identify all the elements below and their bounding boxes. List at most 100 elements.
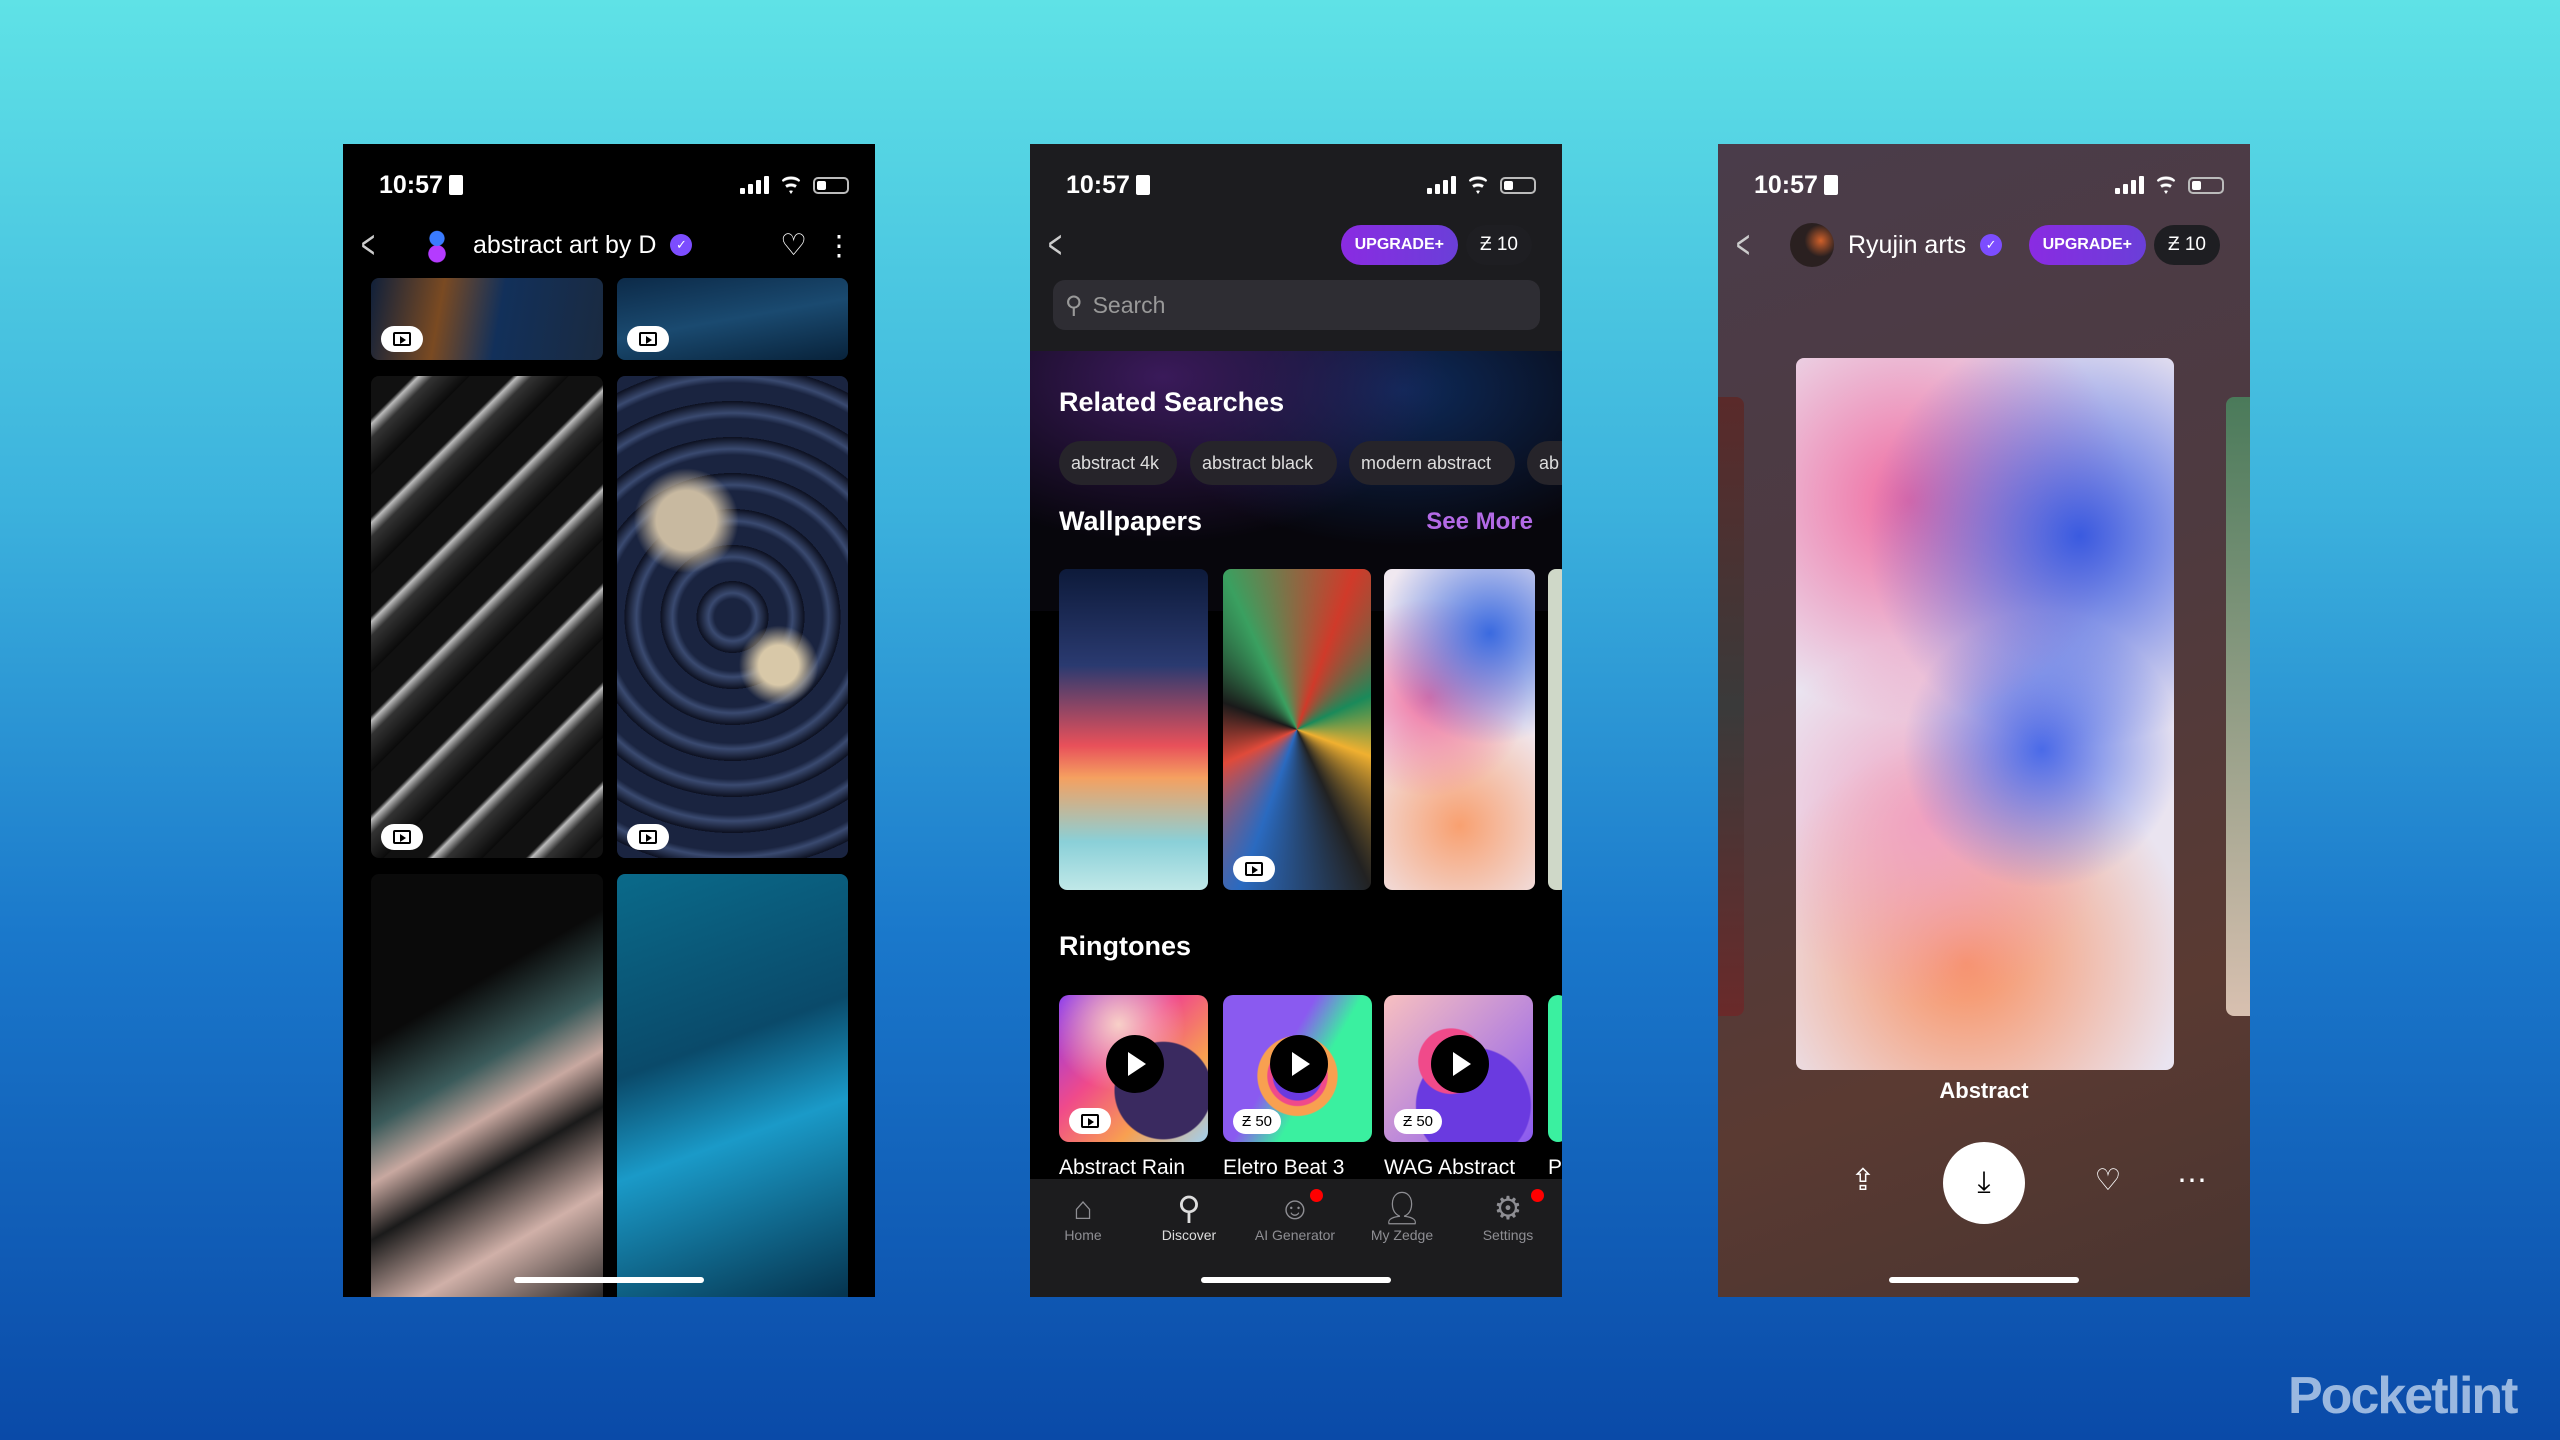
- video-badge-icon: [381, 824, 423, 850]
- coins-balance[interactable]: Ƶ 10: [1465, 225, 1532, 265]
- download-icon: ⤓: [1977, 1166, 1991, 1199]
- related-searches-heading: Related Searches: [1059, 387, 1285, 417]
- wallpaper-tile[interactable]: [371, 376, 603, 858]
- wallpaper-tile[interactable]: [617, 376, 848, 858]
- wallpaper-tile[interactable]: [1384, 569, 1535, 890]
- creator-name[interactable]: abstract art by D: [473, 231, 656, 260]
- search-input[interactable]: ⚲ Search: [1053, 280, 1540, 330]
- video-badge-icon: [627, 824, 669, 850]
- signal-icon: [740, 176, 769, 194]
- more-options-icon[interactable]: ⋮: [825, 229, 853, 262]
- wallpaper-tile[interactable]: [1223, 569, 1371, 890]
- clock: 10:57: [1066, 170, 1130, 199]
- ringtone-name[interactable]: P: [1548, 1156, 1562, 1180]
- wifi-icon: [1466, 176, 1490, 194]
- pocketlint-watermark: Pocketlint: [2288, 1367, 2518, 1425]
- ringtones-heading: Ringtones: [1059, 931, 1191, 961]
- tab-ai-generator[interactable]: ☺ AI Generator: [1245, 1189, 1345, 1243]
- price-badge: Ƶ 50: [1233, 1109, 1282, 1134]
- robot-icon: ☺: [1245, 1189, 1345, 1227]
- person-icon: 👤︎: [1381, 1190, 1423, 1226]
- battery-icon: [1500, 176, 1536, 194]
- wifi-icon: [779, 176, 803, 194]
- wallpaper-tile[interactable]: [371, 278, 603, 360]
- clock: 10:57: [1754, 170, 1818, 199]
- avatar[interactable]: [415, 223, 459, 267]
- ringtone-tile[interactable]: Ƶ 50: [1223, 995, 1372, 1142]
- ringtone-tile[interactable]: [1548, 995, 1562, 1142]
- play-button[interactable]: [1270, 1035, 1328, 1093]
- tab-label: Settings: [1482, 1227, 1534, 1243]
- heart-icon[interactable]: ♡: [780, 228, 807, 263]
- video-badge-icon: [1069, 1108, 1111, 1134]
- upgrade-button[interactable]: UPGRADE+: [2028, 225, 2146, 265]
- notification-dot: [1531, 1189, 1544, 1202]
- status-bar: 10:57: [1754, 166, 2224, 204]
- sim-icon: [1823, 175, 1838, 195]
- back-button[interactable]: <: [1048, 225, 1072, 265]
- tab-home[interactable]: ⌂ Home: [1033, 1189, 1133, 1243]
- search-placeholder: Search: [1092, 291, 1166, 318]
- wallpaper-tile[interactable]: [617, 874, 848, 1297]
- related-search-chip[interactable]: abstract 4k: [1059, 441, 1177, 485]
- tab-label: AI Generator: [1254, 1227, 1336, 1243]
- tab-label: My Zedge: [1370, 1227, 1434, 1243]
- next-wallpaper-peek[interactable]: [2226, 397, 2250, 1016]
- related-search-chip[interactable]: modern abstract: [1349, 441, 1515, 485]
- status-bar: 10:57: [379, 166, 849, 204]
- more-options-icon[interactable]: ⋯: [2172, 1150, 2212, 1210]
- discover-header: < UPGRADE+ Ƶ 10: [1030, 220, 1562, 270]
- wallpaper-tile[interactable]: [1059, 569, 1208, 890]
- related-search-chip[interactable]: abstract black: [1190, 441, 1337, 485]
- wallpaper-preview[interactable]: [1796, 358, 2174, 1070]
- tab-discover[interactable]: ⚲ Discover: [1139, 1189, 1239, 1243]
- download-button[interactable]: ⤓: [1943, 1142, 2025, 1224]
- creator-header: < Ryujin arts ✓ UPGRADE+ Ƶ 10: [1718, 220, 2250, 270]
- sim-icon: [1135, 175, 1150, 195]
- creator-name[interactable]: Ryujin arts: [1848, 231, 1966, 260]
- play-button[interactable]: [1106, 1035, 1164, 1093]
- tab-label: Home: [1064, 1227, 1102, 1243]
- share-icon[interactable]: ⇪: [1845, 1150, 1881, 1210]
- clock: 10:57: [379, 170, 443, 199]
- price-badge: Ƶ 50: [1394, 1109, 1443, 1134]
- ringtone-name[interactable]: Abstract Rain: [1059, 1156, 1185, 1180]
- home-icon: ⌂: [1073, 1190, 1093, 1226]
- ringtone-tile[interactable]: [1059, 995, 1208, 1142]
- wallpaper-tile[interactable]: [1548, 569, 1562, 890]
- upgrade-button[interactable]: UPGRADE+: [1340, 225, 1458, 265]
- wallpaper-title: Abstract: [1939, 1078, 2029, 1103]
- phone-screen-creator-gallery: 10:57 < abstract art by D ✓ ♡ ⋮: [343, 144, 875, 1297]
- wallpaper-tile[interactable]: [371, 874, 603, 1297]
- status-bar: 10:57: [1066, 166, 1536, 204]
- back-button[interactable]: <: [361, 225, 385, 265]
- notification-dot: [1310, 1189, 1323, 1202]
- ringtone-name[interactable]: WAG Abstract: [1384, 1156, 1515, 1180]
- back-button[interactable]: <: [1736, 225, 1760, 265]
- sim-icon: [448, 175, 463, 195]
- home-indicator: [1889, 1277, 2079, 1283]
- play-button[interactable]: [1431, 1035, 1489, 1093]
- see-more-link[interactable]: See More: [1426, 508, 1533, 536]
- verified-icon: ✓: [670, 234, 693, 256]
- heart-icon[interactable]: ♡: [2088, 1150, 2128, 1210]
- verified-icon: ✓: [1980, 234, 2003, 256]
- previous-wallpaper-peek[interactable]: [1718, 397, 1744, 1016]
- signal-icon: [2115, 176, 2144, 194]
- phone-screen-wallpaper-detail: 10:57 < Ryujin arts ✓ UPGRADE+ Ƶ 10 Abst…: [1718, 144, 2250, 1297]
- wallpaper-tile[interactable]: [617, 278, 848, 360]
- battery-icon: [813, 176, 849, 194]
- video-badge-icon: [381, 326, 423, 352]
- avatar[interactable]: [1790, 223, 1834, 267]
- video-badge-icon: [627, 326, 669, 352]
- tab-settings[interactable]: ⚙ Settings: [1458, 1189, 1558, 1243]
- gear-icon: ⚙: [1458, 1189, 1558, 1227]
- wallpapers-heading: Wallpapers: [1059, 506, 1203, 536]
- tab-my-zedge[interactable]: 👤︎ My Zedge: [1352, 1189, 1452, 1243]
- ringtone-name[interactable]: Eletro Beat 3: [1223, 1156, 1344, 1180]
- home-indicator: [514, 1277, 704, 1283]
- home-indicator: [1201, 1277, 1391, 1283]
- coins-balance[interactable]: Ƶ 10: [2153, 225, 2220, 265]
- ringtone-tile[interactable]: Ƶ 50: [1384, 995, 1533, 1142]
- tab-label: Discover: [1161, 1227, 1217, 1243]
